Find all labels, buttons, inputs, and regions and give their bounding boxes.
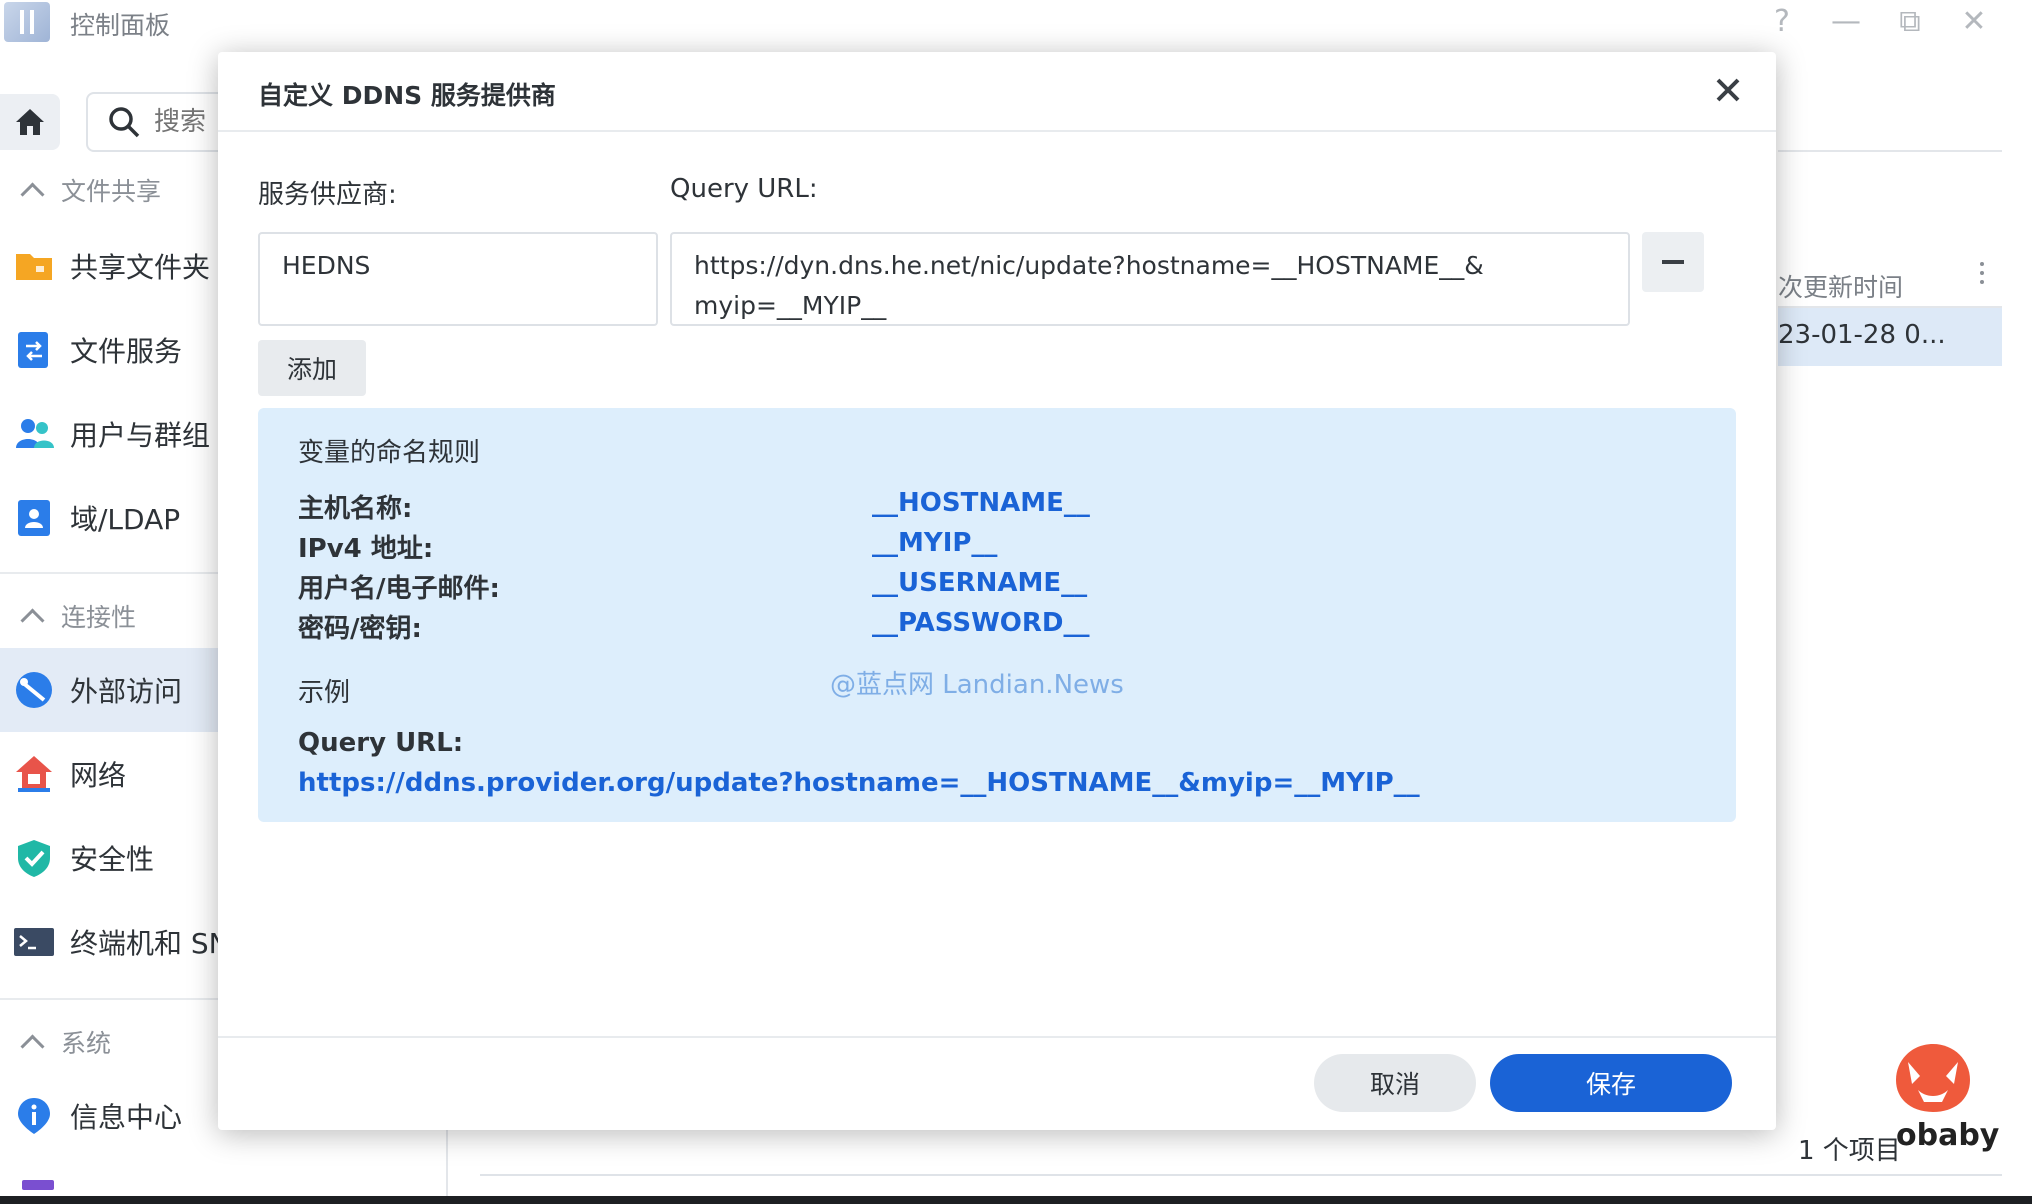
home-icon: [16, 109, 44, 135]
remove-row-button[interactable]: [1642, 232, 1704, 292]
network-icon: [16, 756, 52, 792]
sidebar-divider: [0, 572, 220, 574]
sidebar-item-info-center[interactable]: 信息中心: [0, 1074, 220, 1158]
window-title: 控制面板: [70, 11, 171, 40]
table-cell-updated-time: 23-01-28 0...: [1778, 320, 1946, 350]
users-icon: [16, 419, 54, 448]
home-button[interactable]: [0, 94, 60, 150]
variable-value-password: __PASSWORD__: [872, 608, 1090, 638]
sidebar-item-label: 信息中心: [70, 1101, 183, 1134]
control-panel-app-icon: [4, 2, 50, 42]
variable-rules-panel: 变量的命名规则 主机名称: __HOSTNAME__ IPv4 地址: __MY…: [258, 408, 1736, 822]
terminal-icon: [14, 928, 54, 956]
variable-label-password: 密码/密钥:: [298, 614, 422, 644]
sidebar-item-label: 外部访问: [70, 675, 183, 708]
sidebar-item-partial-icon: [22, 1180, 54, 1190]
sidebar-item-label: 共享文件夹: [70, 251, 211, 284]
sidebar-item-users[interactable]: 用户与群组: [0, 392, 220, 476]
search-icon: [109, 107, 140, 138]
sidebar-item-label: 文件服务: [70, 335, 183, 368]
variable-value-username: __USERNAME__: [872, 568, 1088, 598]
chevron-up-icon: [20, 1033, 45, 1059]
item-count: 1 个项目: [1798, 1136, 1901, 1166]
chevron-up-icon: [20, 181, 45, 207]
variable-value-hostname: __HOSTNAME__: [872, 488, 1090, 518]
screen: 控制面板 ? — ⧉ ✕ 文件共享 共享文件夹 文件服务: [0, 0, 2032, 1204]
add-button[interactable]: 添加: [258, 340, 366, 396]
help-button[interactable]: ?: [1762, 4, 1802, 39]
sidebar-item-label: 域/LDAP: [70, 503, 181, 536]
section-file-sharing[interactable]: 文件共享: [20, 172, 162, 208]
query-url-line-2: myip=__MYIP__: [694, 291, 887, 320]
taskbar-strip: [0, 1196, 2032, 1204]
provider-input-value: HEDNS: [282, 251, 371, 280]
provider-input[interactable]: HEDNS: [258, 232, 658, 326]
save-button[interactable]: 保存: [1490, 1054, 1732, 1112]
sidebar-item-label: 网络: [70, 759, 127, 792]
shield-icon: [18, 840, 50, 877]
sidebar-item-security[interactable]: 安全性: [0, 816, 220, 900]
watermark-text: @蓝点网 Landian.News: [830, 670, 1124, 700]
dialog-title: 自定义 DDNS 服务提供商: [258, 81, 556, 110]
dialog-header: 自定义 DDNS 服务提供商: [218, 52, 1776, 132]
custom-ddns-dialog: 自定义 DDNS 服务提供商 服务供应商: Query URL: HEDNS h…: [218, 52, 1776, 1130]
fox-logo-icon: [1896, 1044, 1970, 1112]
example-label: 示例: [298, 678, 351, 708]
sidebar-item-external-access[interactable]: 外部访问: [0, 648, 220, 732]
domain-icon: [18, 500, 50, 536]
provider-label: 服务供应商:: [258, 180, 397, 210]
content-left-border: [446, 1130, 448, 1204]
section-connectivity[interactable]: 连接性: [20, 598, 137, 634]
folder-icon: [16, 254, 52, 280]
column-header-label: 次更新时间: [1778, 273, 1904, 302]
chevron-up-icon: [20, 607, 45, 633]
variable-label-hostname: 主机名称:: [298, 494, 413, 524]
section-label: 文件共享: [61, 177, 162, 206]
sidebar-item-shared-folder[interactable]: 共享文件夹: [0, 224, 220, 308]
file-services-icon: [18, 332, 48, 368]
sidebar-item-network[interactable]: 网络: [0, 732, 220, 816]
sidebar-item-terminal[interactable]: 终端机和 SNMP: [0, 900, 271, 984]
query-url-input[interactable]: https://dyn.dns.he.net/nic/update?hostna…: [670, 232, 1630, 326]
footer-divider: [480, 1174, 2002, 1176]
external-access-icon: [16, 672, 52, 708]
table-row[interactable]: 23-01-28 0...: [1778, 308, 2002, 366]
close-icon[interactable]: [1708, 70, 1748, 110]
sidebar-item-label: 用户与群组: [70, 419, 211, 452]
column-menu-icon[interactable]: [1980, 262, 1984, 266]
table-column-header[interactable]: 次更新时间: [1778, 256, 2002, 308]
cancel-button[interactable]: 取消: [1314, 1054, 1476, 1112]
sidebar-item-label: 安全性: [70, 843, 155, 876]
window-close-button[interactable]: ✕: [1954, 4, 1994, 39]
variable-label-username: 用户名/电子邮件:: [298, 574, 500, 604]
content-divider: [1778, 150, 2002, 152]
variable-label-ipv4: IPv4 地址:: [298, 534, 434, 564]
variable-value-ipv4: __MYIP__: [872, 528, 998, 558]
section-label: 连接性: [61, 603, 137, 632]
section-label: 系统: [61, 1029, 112, 1058]
minimize-button[interactable]: —: [1826, 4, 1866, 39]
sidebar-divider: [0, 998, 220, 1000]
info-icon: [18, 1098, 50, 1134]
query-url-line-1: https://dyn.dns.he.net/nic/update?hostna…: [694, 251, 1484, 280]
window-titlebar: 控制面板 ? — ⧉ ✕: [0, 0, 2032, 46]
sidebar-item-domain-ldap[interactable]: 域/LDAP: [0, 476, 220, 560]
sidebar-item-file-services[interactable]: 文件服务: [0, 308, 220, 392]
query-url-input-value: https://dyn.dns.he.net/nic/update?hostna…: [694, 246, 1484, 326]
section-system[interactable]: 系统: [20, 1024, 112, 1060]
query-url-label: Query URL:: [670, 174, 818, 204]
example-query-url: https://ddns.provider.org/update?hostnam…: [298, 768, 1420, 798]
brand-text: obaby: [1896, 1118, 2000, 1153]
variable-rules-title: 变量的命名规则: [298, 438, 481, 468]
example-query-label: Query URL:: [298, 728, 464, 758]
dialog-footer-divider: [218, 1036, 1776, 1038]
restore-button[interactable]: ⧉: [1890, 4, 1930, 39]
